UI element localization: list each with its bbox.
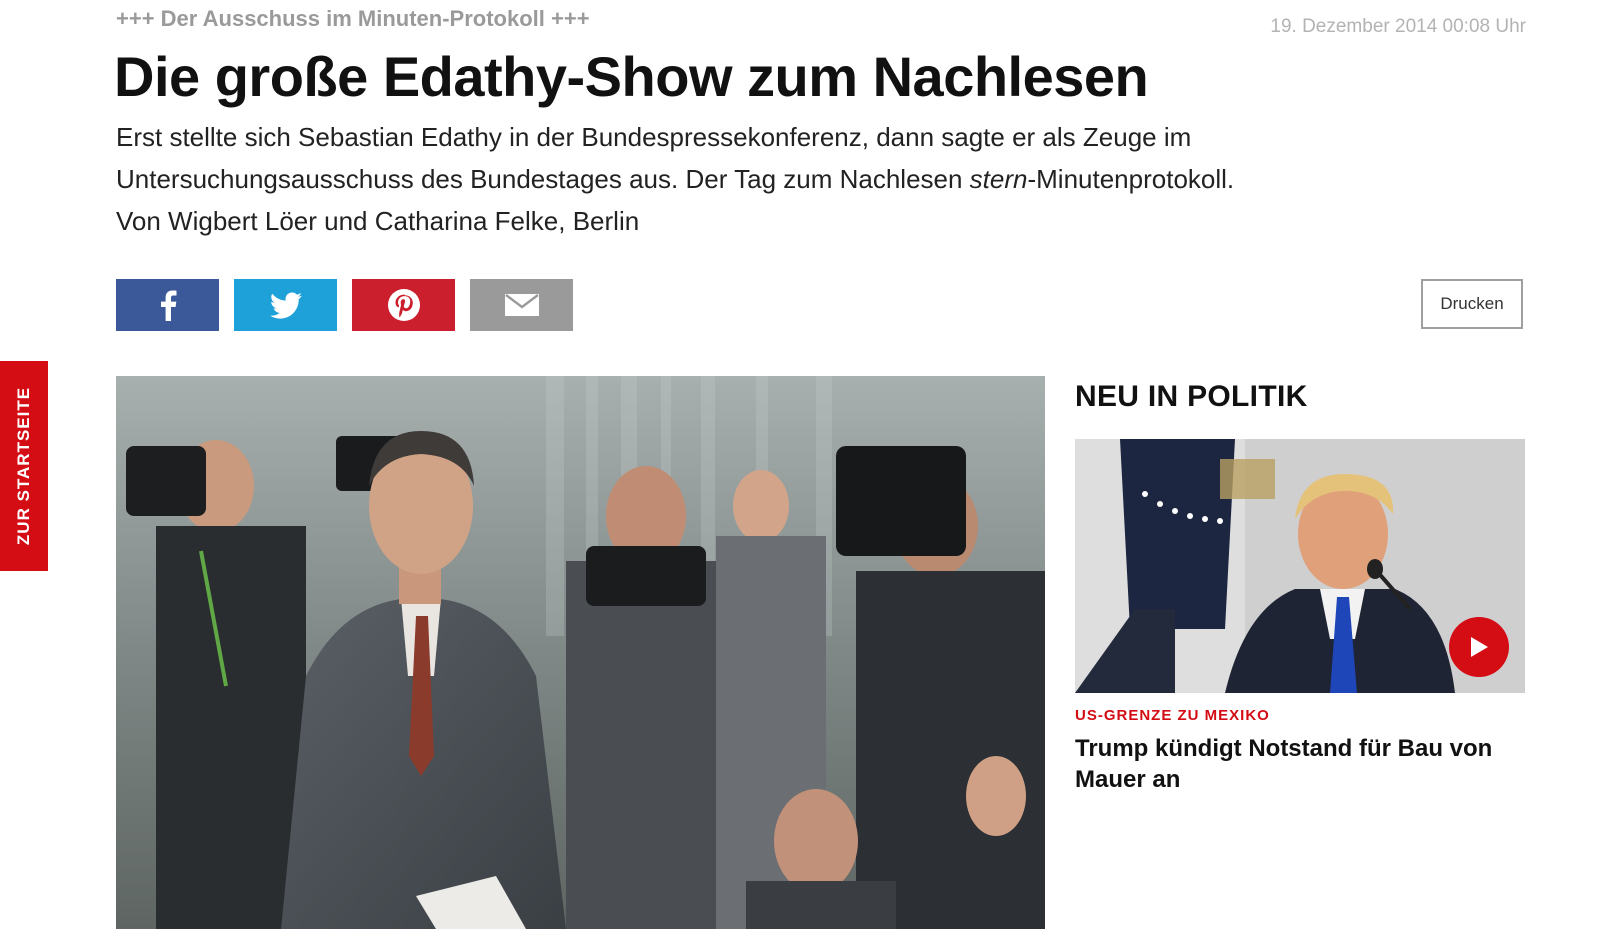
twitter-icon (269, 292, 302, 319)
article-intro: Erst stellte sich Sebastian Edathy in de… (116, 116, 1456, 242)
facebook-icon (160, 290, 176, 321)
share-mail-button[interactable] (470, 279, 573, 331)
share-bar (116, 279, 573, 331)
photo-press-conference (116, 376, 1045, 929)
print-button[interactable]: Drucken (1421, 279, 1523, 329)
mail-icon (504, 294, 539, 316)
teaser-title-link[interactable]: Trump kündigt Notstand für Bau von Mauer… (1075, 733, 1525, 795)
share-twitter-button[interactable] (234, 279, 337, 331)
play-button[interactable] (1449, 617, 1509, 677)
article-kicker: +++ Der Ausschuss im Minuten-Protokoll +… (116, 6, 590, 31)
play-icon (1471, 637, 1488, 657)
share-pinterest-button[interactable] (352, 279, 455, 331)
intro-text-end: -Minutenprotokoll. (1027, 164, 1235, 194)
sidebar-section-title: NEU IN POLITIK (1075, 380, 1308, 413)
article-page: ZUR STARTSEITE +++ Der Ausschuss im Minu… (0, 0, 1619, 929)
share-facebook-button[interactable] (116, 279, 219, 331)
article-main-photo (116, 376, 1045, 929)
back-to-homepage-tab[interactable]: ZUR STARTSEITE (0, 361, 48, 571)
side-tab-label: ZUR STARTSEITE (14, 386, 33, 546)
teaser-video-thumbnail[interactable] (1075, 439, 1525, 693)
article-headline: Die große Edathy-Show zum Nachlesen (114, 45, 1149, 108)
article-date: 19. Dezember 2014 00:08 Uhr (1270, 16, 1526, 37)
intro-brand: stern (969, 164, 1028, 194)
pinterest-icon (387, 289, 420, 321)
teaser-kicker: US-GRENZE ZU MEXIKO (1075, 707, 1270, 724)
article-byline: Von Wigbert Löer und Catharina Felke, Be… (116, 206, 640, 236)
